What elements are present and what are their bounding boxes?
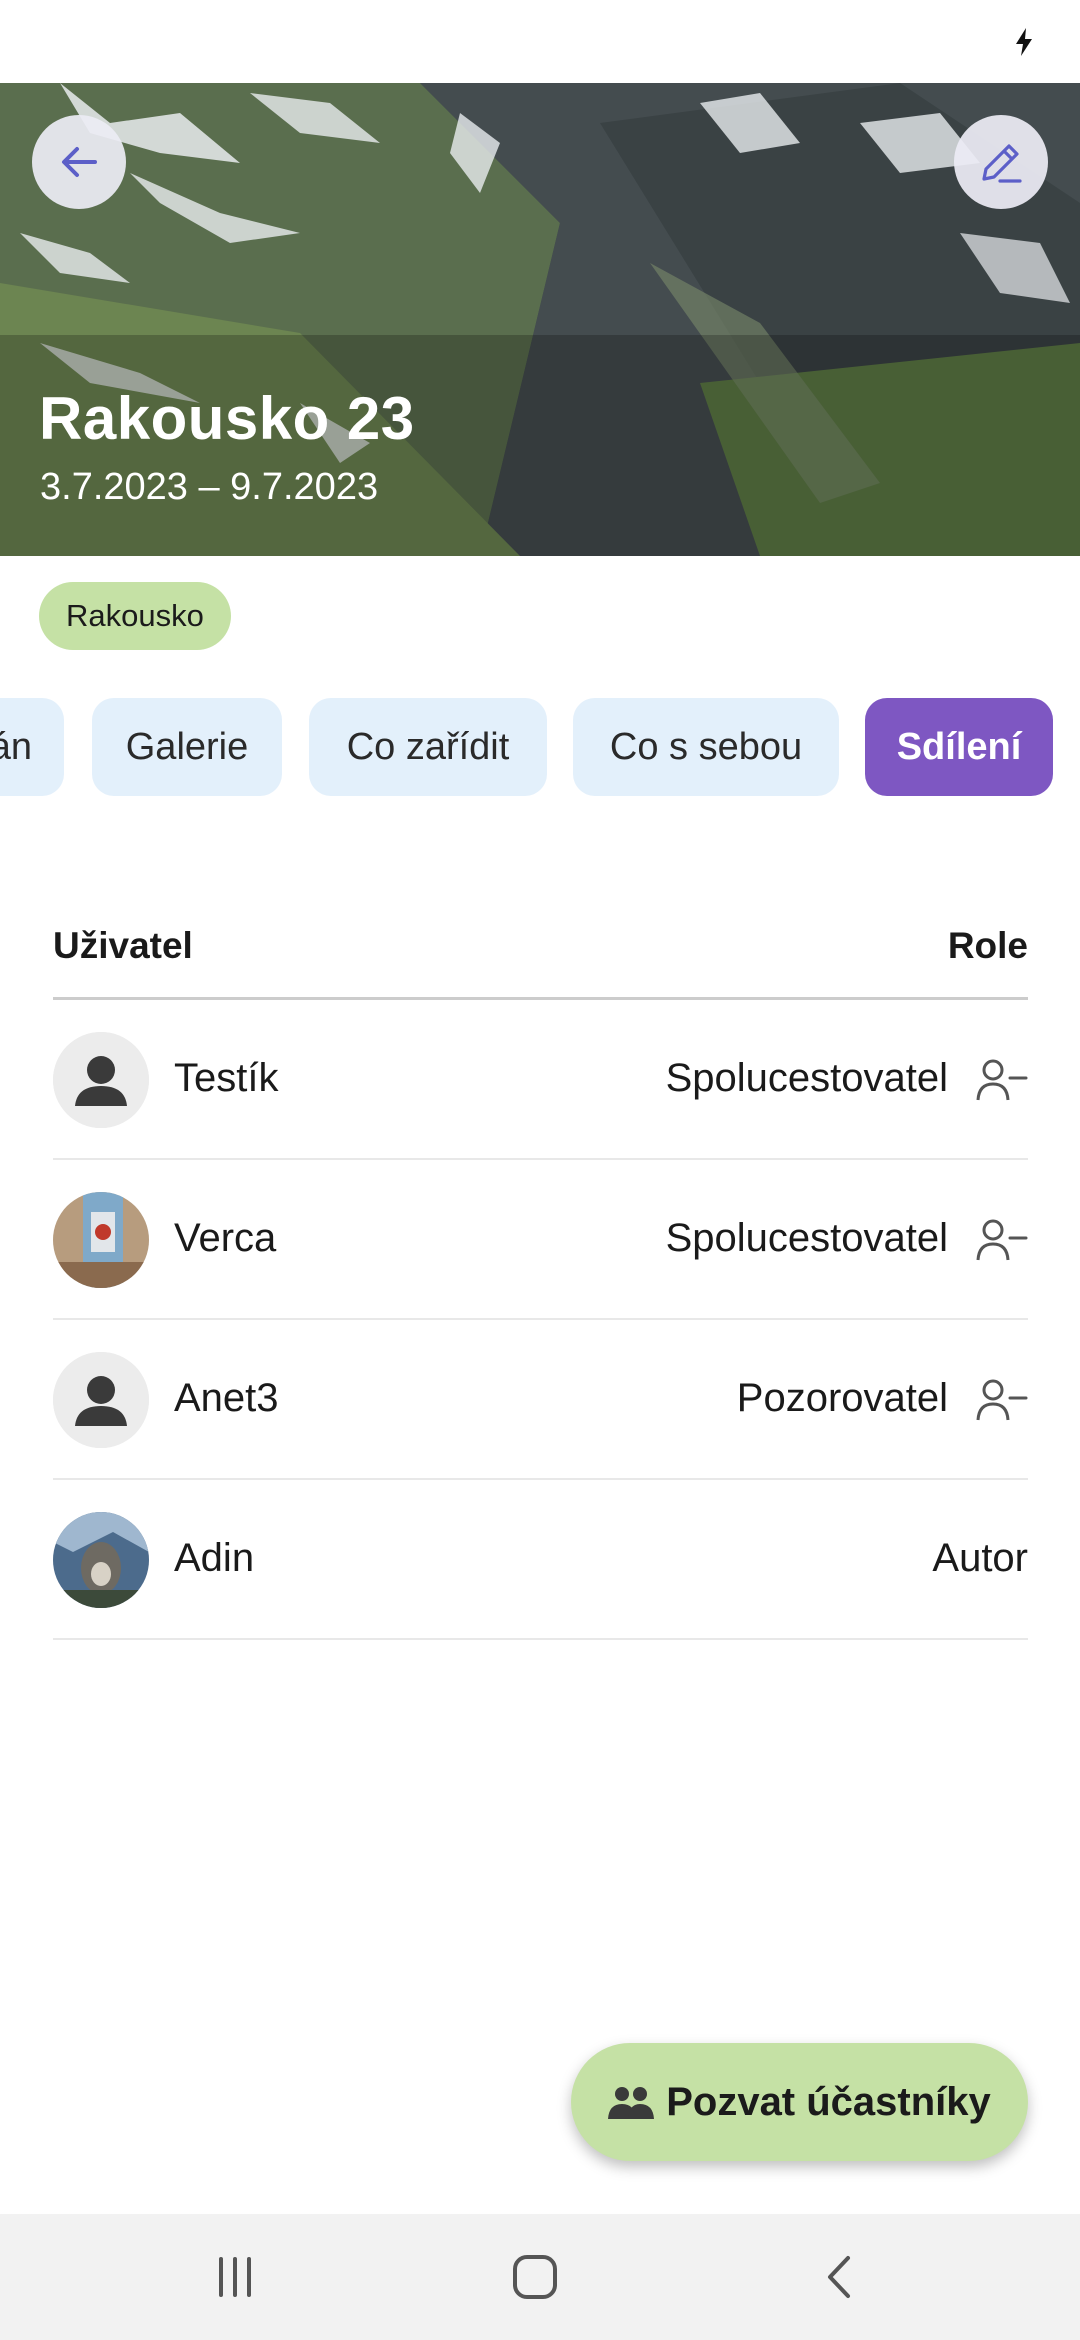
trip-tabs: án Galerie Co zařídit Co s sebou Sdílení bbox=[0, 698, 1080, 798]
photo-avatar bbox=[53, 1512, 149, 1608]
trip-dates: 3.7.2023 – 9.7.2023 bbox=[40, 466, 379, 508]
user-role: Spolucestovatel bbox=[665, 1056, 948, 1100]
back-icon bbox=[828, 2256, 850, 2298]
tab-plan[interactable]: án bbox=[0, 698, 64, 796]
default-person-avatar bbox=[53, 1352, 149, 1448]
user-role: Spolucestovatel bbox=[665, 1216, 948, 1260]
trip-title: Rakousko 23 bbox=[39, 385, 415, 452]
invite-button-label: Pozvat účastníky bbox=[666, 2079, 991, 2124]
system-back-button[interactable] bbox=[804, 2244, 874, 2310]
photo-avatar bbox=[53, 1192, 149, 1288]
edit-trip-button[interactable] bbox=[954, 115, 1048, 209]
charging-bolt-icon bbox=[1016, 28, 1032, 56]
home-button[interactable] bbox=[500, 2244, 570, 2310]
pencil-icon bbox=[982, 144, 1022, 183]
invite-participants-button[interactable]: Pozvat účastníky bbox=[571, 2043, 1028, 2161]
arrow-left-icon bbox=[62, 147, 97, 177]
home-icon bbox=[513, 2255, 557, 2299]
default-person-avatar bbox=[53, 1032, 149, 1128]
column-header-role: Role bbox=[947, 925, 1028, 966]
back-button[interactable] bbox=[32, 115, 126, 209]
user-role: Pozorovatel bbox=[736, 1376, 948, 1420]
table-header: Uživatel Role bbox=[53, 900, 1028, 1000]
remove-user-icon[interactable] bbox=[976, 1218, 1028, 1262]
sharing-table: Uživatel Role Testík Spolucestovatel Ver… bbox=[53, 900, 1028, 1640]
group-icon bbox=[608, 2087, 655, 2119]
column-header-user: Uživatel bbox=[53, 925, 193, 966]
tab-gallery[interactable]: Galerie bbox=[92, 698, 282, 796]
user-name: Adin bbox=[174, 1536, 255, 1580]
tab-todo[interactable]: Co zařídit bbox=[309, 698, 547, 796]
tab-packing[interactable]: Co s sebou bbox=[573, 698, 839, 796]
table-row: Adin Autor bbox=[53, 1480, 1028, 1640]
system-navigation-bar bbox=[0, 2214, 1080, 2340]
country-tag: Rakousko bbox=[39, 582, 231, 650]
remove-user-icon[interactable] bbox=[976, 1058, 1028, 1102]
table-row: Verca Spolucestovatel bbox=[53, 1160, 1028, 1320]
recent-apps-button[interactable] bbox=[200, 2244, 270, 2310]
user-name: Testík bbox=[174, 1056, 279, 1100]
table-row: Testík Spolucestovatel bbox=[53, 1000, 1028, 1160]
user-role: Autor bbox=[932, 1536, 1028, 1580]
recent-apps-icon bbox=[219, 2257, 251, 2297]
user-name: Verca bbox=[174, 1216, 277, 1260]
table-row: Anet3 Pozorovatel bbox=[53, 1320, 1028, 1480]
tab-sharing[interactable]: Sdílení bbox=[865, 698, 1053, 796]
remove-user-icon[interactable] bbox=[976, 1378, 1028, 1422]
user-name: Anet3 bbox=[174, 1376, 279, 1420]
status-bar bbox=[0, 0, 1080, 83]
